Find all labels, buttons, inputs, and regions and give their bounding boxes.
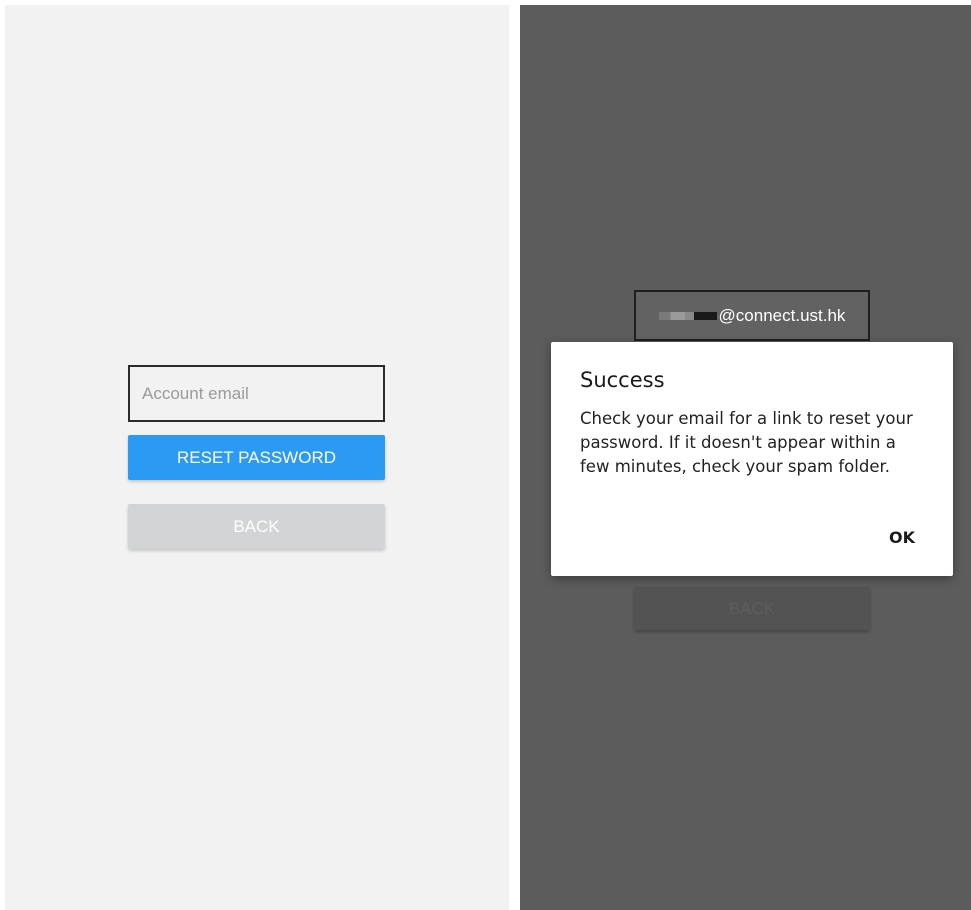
- redacted-email-prefix: [658, 311, 717, 320]
- reset-password-screen: Account email RESET PASSWORD BACK: [5, 5, 509, 910]
- back-button[interactable]: BACK: [128, 504, 385, 549]
- back-label: BACK: [728, 598, 776, 618]
- ok-button[interactable]: OK: [889, 528, 915, 547]
- success-dialog: Success Check your email for a link to r…: [551, 342, 953, 576]
- account-email-input: @connect.ust.hk: [634, 290, 870, 341]
- dialog-message: Check your email for a link to reset you…: [580, 409, 913, 476]
- success-dialog-screen: @connect.ust.hk BACK Success Check your …: [520, 5, 971, 910]
- back-button-dimmed: BACK: [634, 587, 870, 630]
- account-email-input[interactable]: Account email: [128, 365, 385, 422]
- back-label: BACK: [233, 516, 280, 536]
- account-email-placeholder: Account email: [142, 383, 249, 403]
- reset-password-button[interactable]: RESET PASSWORD: [128, 435, 385, 480]
- reset-password-label: RESET PASSWORD: [176, 447, 336, 467]
- account-email-value: @connect.ust.hk: [718, 305, 846, 325]
- dialog-title: Success: [580, 368, 665, 392]
